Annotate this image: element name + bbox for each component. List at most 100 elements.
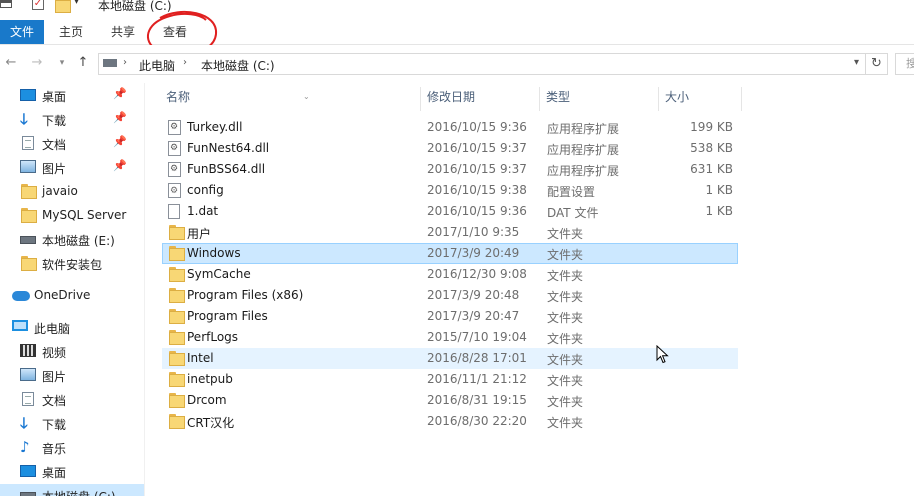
file-row[interactable]: FunBSS64.dll 2016/10/15 9:37 应用程序扩展 631 …	[162, 159, 738, 180]
nav-item-local-disk-c[interactable]: 本地磁盘 (C:)	[0, 484, 144, 496]
folder-icon	[168, 414, 185, 429]
folder-row[interactable]: inetpub 2016/11/1 21:12 文件夹	[162, 369, 738, 390]
address-dropdown-icon[interactable]: ▾	[854, 57, 859, 68]
file-row[interactable]: FunNest64.dll 2016/10/15 9:37 应用程序扩展 538…	[162, 138, 738, 159]
file-type: 文件夹	[547, 290, 584, 304]
nav-item-documents[interactable]: 文档 📌	[0, 132, 144, 154]
file-size: 1 KB	[705, 183, 733, 197]
file-type: 文件夹	[547, 269, 584, 283]
search-input[interactable]: 搜	[895, 53, 914, 75]
nav-item-local-disk-e[interactable]: 本地磁盘 (E:)	[0, 228, 144, 250]
properties-icon[interactable]: ✓	[32, 0, 44, 10]
folder-icon	[168, 267, 185, 282]
file-date: 2016/10/15 9:37	[427, 162, 527, 176]
chevron-right-icon[interactable]: ›	[123, 57, 127, 68]
breadcrumb-local-disk-c[interactable]: 本地磁盘 (C:)	[201, 57, 275, 74]
folder-row[interactable]: Program Files (x86) 2017/3/9 20:48 文件夹	[162, 285, 738, 306]
nav-item-label: 文档	[42, 394, 67, 408]
recent-locations-icon[interactable]: ▾	[55, 56, 69, 70]
pin-icon[interactable]: 📌	[113, 159, 127, 172]
nav-item-label: javaio	[42, 184, 78, 198]
nav-item-label: 视频	[42, 346, 67, 360]
folder-row-hover[interactable]: Intel 2016/8/28 17:01 文件夹	[162, 348, 738, 369]
refresh-icon: ↻	[871, 56, 882, 71]
dll-icon	[168, 120, 181, 135]
folder-row[interactable]: 用户 2017/1/10 9:35 文件夹	[162, 222, 738, 243]
download-icon: 🡓	[20, 414, 28, 432]
nav-item-label: 文档	[42, 138, 67, 152]
nav-item-desktop[interactable]: 桌面 📌	[0, 84, 144, 106]
nav-item-label: 此电脑	[34, 322, 71, 336]
navigation-bar: ← → ▾ ↑ › 此电脑 › 本地磁盘 (C:) ▾ ↻ 搜	[0, 45, 914, 83]
file-type: 文件夹	[547, 374, 584, 388]
folder-row[interactable]: Program Files 2017/3/9 20:47 文件夹	[162, 306, 738, 327]
folder-icon	[168, 246, 185, 261]
nav-item-documents-pc[interactable]: 文档	[0, 388, 144, 410]
file-row[interactable]: config 2016/10/15 9:38 配置设置 1 KB	[162, 180, 738, 201]
column-header-date[interactable]: 修改日期	[421, 87, 539, 111]
nav-item-label: 音乐	[42, 442, 67, 456]
file-date: 2016/10/15 9:38	[427, 183, 527, 197]
file-type: 应用程序扩展	[547, 164, 620, 178]
nav-item-software-packages[interactable]: 软件安装包	[0, 252, 144, 274]
column-header-size[interactable]: 大小	[659, 87, 741, 111]
file-type: DAT 文件	[547, 206, 599, 220]
navigation-pane[interactable]: 桌面 📌 🡓 下载 📌 文档 📌 图片 📌 javaio MySQL Serve…	[0, 83, 145, 496]
file-date: 2015/7/10 19:04	[427, 330, 527, 344]
nav-item-videos[interactable]: 视频	[0, 340, 144, 362]
address-bar[interactable]: › 此电脑 › 本地磁盘 (C:) ▾	[98, 53, 866, 75]
nav-item-this-pc[interactable]: 此电脑	[0, 316, 144, 338]
window-icon[interactable]	[0, 0, 12, 8]
file-row[interactable]: Turkey.dll 2016/10/15 9:36 应用程序扩展 199 KB	[162, 117, 738, 138]
file-name: Windows	[187, 246, 241, 260]
customize-dropdown-icon[interactable]: ▾	[74, 0, 79, 7]
pin-icon[interactable]: 📌	[113, 135, 127, 148]
folder-row[interactable]: CRT汉化 2016/8/30 22:20 文件夹	[162, 411, 738, 432]
desktop-icon	[20, 88, 36, 102]
nav-item-desktop-pc[interactable]: 桌面	[0, 460, 144, 482]
back-icon[interactable]: ←	[4, 56, 18, 70]
chevron-right-icon[interactable]: ›	[183, 57, 187, 68]
nav-item-onedrive[interactable]: OneDrive	[0, 284, 144, 306]
file-type: 文件夹	[547, 311, 584, 325]
folder-row-selected[interactable]: Windows 2017/3/9 20:49 文件夹	[162, 243, 738, 264]
folder-icon	[168, 330, 185, 345]
tab-file[interactable]: 文件	[0, 20, 44, 44]
file-name: Drcom	[187, 393, 227, 407]
file-date: 2016/8/31 19:15	[427, 393, 527, 407]
nav-item-mysql-server[interactable]: MySQL Server	[0, 204, 144, 226]
nav-item-downloads[interactable]: 🡓 下载 📌	[0, 108, 144, 130]
nav-item-label: 本地磁盘 (E:)	[42, 234, 115, 248]
nav-item-pictures[interactable]: 图片 📌	[0, 156, 144, 178]
pin-icon[interactable]: 📌	[113, 111, 127, 124]
file-date: 2016/8/30 22:20	[427, 414, 527, 428]
nav-item-javaio[interactable]: javaio	[0, 180, 144, 202]
folder-row[interactable]: SymCache 2016/12/30 9:08 文件夹	[162, 264, 738, 285]
folder-row[interactable]: Drcom 2016/8/31 19:15 文件夹	[162, 390, 738, 411]
column-header-type[interactable]: 类型	[540, 87, 658, 111]
pin-icon[interactable]: 📌	[113, 87, 127, 100]
file-date: 2016/11/1 21:12	[427, 372, 527, 386]
file-row[interactable]: 1.dat 2016/10/15 9:36 DAT 文件 1 KB	[162, 201, 738, 222]
file-type: 文件夹	[547, 227, 584, 241]
nav-item-label: 下载	[42, 114, 67, 128]
nav-item-music[interactable]: ♪ 音乐	[0, 436, 144, 458]
nav-item-label: 桌面	[42, 466, 67, 480]
new-folder-icon[interactable]	[54, 0, 71, 13]
breadcrumb-this-pc[interactable]: 此电脑	[139, 57, 175, 74]
file-name: config	[187, 183, 224, 197]
ribbon: 文件 主页 共享 查看	[0, 20, 914, 45]
nav-item-downloads-pc[interactable]: 🡓 下载	[0, 412, 144, 434]
file-list[interactable]: 名称 ⌄ 修改日期 类型 大小 Turkey.dll 2016/10/15 9:…	[145, 83, 914, 496]
column-divider[interactable]	[741, 87, 742, 111]
forward-icon[interactable]: →	[30, 56, 44, 70]
file-name: 1.dat	[187, 204, 219, 218]
tab-home[interactable]: 主页	[48, 20, 94, 44]
folder-icon	[168, 309, 185, 324]
refresh-button[interactable]: ↻	[866, 53, 888, 75]
column-header-label: 名称	[166, 90, 191, 104]
column-header-name[interactable]: 名称 ⌄	[160, 87, 420, 111]
up-icon[interactable]: ↑	[76, 56, 90, 70]
folder-row[interactable]: PerfLogs 2015/7/10 19:04 文件夹	[162, 327, 738, 348]
nav-item-pictures-pc[interactable]: 图片	[0, 364, 144, 386]
